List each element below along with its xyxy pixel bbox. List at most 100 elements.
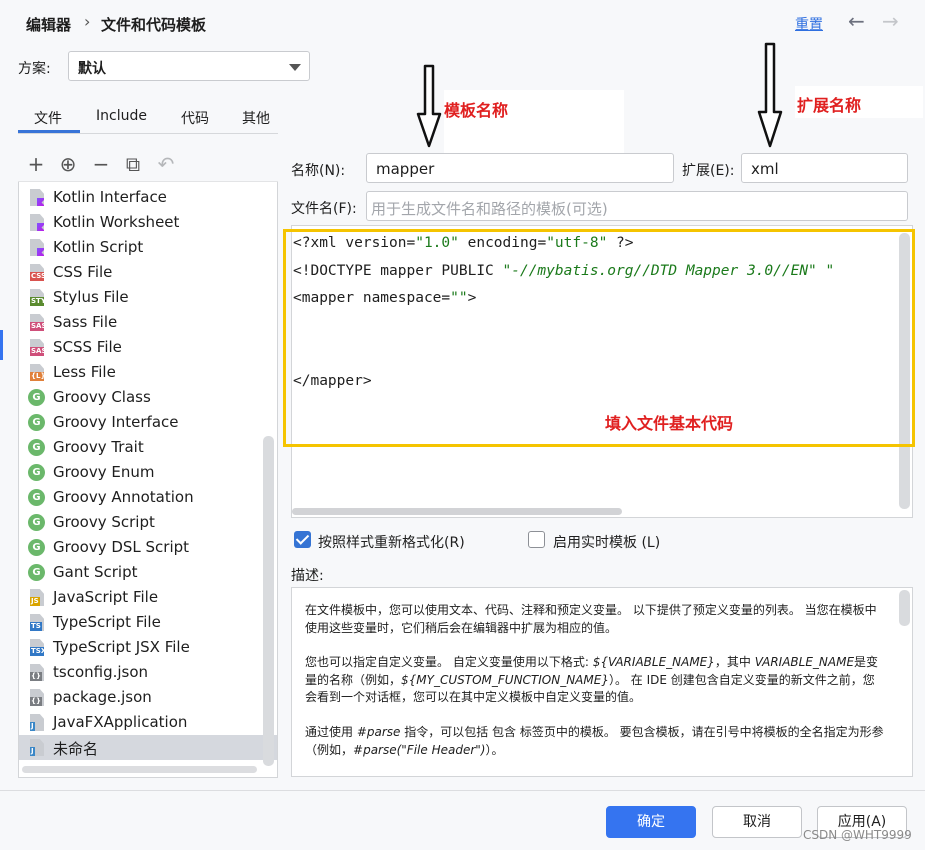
template-list-item-label: Groovy Script — [53, 513, 155, 531]
reformat-checkbox[interactable] — [294, 531, 311, 548]
reformat-label[interactable]: 按照样式重新格式化(R) — [318, 532, 465, 552]
template-list-item[interactable]: G Groovy Trait — [19, 435, 277, 460]
template-list: Kotlin Interface Kotlin Worksheet Kotlin S… — [19, 185, 277, 765]
less-file-icon: {L} — [30, 364, 44, 381]
template-list-item-label: Less File — [53, 363, 116, 381]
chevron-down-icon — [289, 64, 301, 71]
file-type-badge: {} — [30, 672, 42, 681]
annotation-fill-code: 填入文件基本代码 — [605, 414, 734, 433]
live-template-label[interactable]: 启用实时模板 (L) — [553, 532, 660, 552]
kotlin-badge-icon — [37, 248, 44, 256]
template-list-item[interactable]: G Groovy Class — [19, 385, 277, 410]
annotation-template-name: 模板名称 — [444, 101, 509, 120]
file-type-badge: TSX — [30, 647, 47, 656]
template-list-item-label: Sass File — [53, 313, 118, 331]
remove-icon[interactable]: − — [90, 152, 112, 176]
template-list-item[interactable]: TSX TypeScript JSX File — [19, 635, 277, 660]
extension-value: xml — [751, 160, 779, 178]
sass-file-icon: SASS — [30, 314, 44, 331]
tsx-file-icon: TSX — [30, 639, 44, 656]
tab-files[interactable]: 文件 — [34, 108, 62, 128]
description-panel: 在文件模板中，您可以使用文本、代码、注释和预定义变量。 以下提供了预定义变量的列… — [291, 587, 913, 777]
json-file-icon: {} — [30, 689, 44, 706]
add-icon[interactable]: + — [25, 152, 47, 176]
template-list-item[interactable]: G Groovy Annotation — [19, 485, 277, 510]
template-list-item[interactable]: STYL Stylus File — [19, 285, 277, 310]
template-list-item[interactable]: Kotlin Interface — [19, 185, 277, 210]
javascript-file-icon: JS — [30, 589, 44, 606]
template-list-item-label: 未命名 — [53, 740, 99, 758]
scheme-dropdown[interactable]: 默认 — [68, 51, 310, 81]
groovy-icon: G — [28, 389, 45, 406]
kotlin-file-icon — [30, 214, 44, 231]
breadcrumb-root[interactable]: 编辑器 — [26, 14, 71, 35]
template-list-item-label: SCSS File — [53, 338, 122, 356]
kotlin-file-icon — [30, 189, 44, 206]
template-list-item-label: Groovy Annotation — [53, 488, 194, 506]
template-list-item[interactable]: {L} Less File — [19, 360, 277, 385]
cancel-button[interactable]: 取消 — [712, 806, 802, 838]
file-type-badge: SASS — [30, 322, 52, 331]
annotation-code-highlight — [283, 229, 915, 447]
file-type-badge: CSS — [30, 272, 47, 281]
typescript-file-icon: TS — [30, 614, 44, 631]
kotlin-badge-icon — [37, 198, 44, 206]
ok-button[interactable]: 确定 — [606, 806, 696, 838]
copy-icon[interactable]: ⧉ — [122, 152, 144, 176]
template-list-item[interactable]: {} tsconfig.json — [19, 660, 277, 685]
description-label: 描述: — [291, 568, 324, 584]
file-type-badge: J — [30, 747, 35, 756]
template-list-item[interactable]: G Groovy Script — [19, 510, 277, 535]
template-list-item-label: TypeScript File — [53, 613, 161, 631]
json-file-icon: {} — [30, 664, 44, 681]
description-paragraph-1: 在文件模板中，您可以使用文本、代码、注释和预定义变量。 以下提供了预定义变量的列… — [305, 603, 877, 635]
template-list-item-label: Groovy Class — [53, 388, 151, 406]
live-template-checkbox[interactable] — [528, 531, 545, 548]
template-list-item[interactable]: G Gant Script — [19, 560, 277, 585]
filename-input[interactable]: 用于生成文件名和路径的模板(可选) — [366, 191, 908, 221]
java-file-icon: J — [30, 739, 44, 756]
template-list-item[interactable]: G Groovy Enum — [19, 460, 277, 485]
tab-include[interactable]: Include — [96, 108, 147, 124]
tab-code[interactable]: 代码 — [181, 108, 209, 128]
editor-horizontal-scrollbar[interactable] — [292, 508, 622, 515]
template-list-item[interactable]: J JavaFXApplication — [19, 710, 277, 735]
add-child-icon[interactable]: ⊕ — [57, 152, 79, 176]
filename-label: 文件名(F): — [291, 201, 357, 217]
list-horizontal-scrollbar[interactable] — [22, 766, 257, 773]
extension-label: 扩展(E): — [682, 163, 735, 179]
file-type-badge: {} — [30, 697, 42, 706]
template-list-item-label: Kotlin Interface — [53, 188, 167, 206]
template-list-item[interactable]: Kotlin Worksheet — [19, 210, 277, 235]
scheme-value: 默认 — [78, 61, 106, 77]
forward-arrow-icon[interactable]: → — [882, 9, 899, 33]
template-list-item[interactable]: {} package.json — [19, 685, 277, 710]
description-scrollbar[interactable] — [899, 590, 910, 626]
css-file-icon: CSS — [30, 264, 44, 281]
template-list-item[interactable]: SASS Sass File — [19, 310, 277, 335]
active-tab-indicator — [18, 130, 80, 133]
template-list-item-label: TypeScript JSX File — [53, 638, 190, 656]
name-label: 名称(N): — [291, 163, 346, 179]
template-list-item[interactable]: J 未命名 — [19, 735, 277, 760]
template-list-item[interactable]: G Groovy Interface — [19, 410, 277, 435]
template-list-item-label: JavaScript File — [53, 588, 159, 606]
name-input[interactable]: mapper — [366, 153, 674, 183]
extension-input[interactable]: xml — [741, 153, 908, 183]
kotlin-file-icon — [30, 239, 44, 256]
list-vertical-scrollbar[interactable] — [263, 436, 274, 766]
template-list-item[interactable]: TS TypeScript File — [19, 610, 277, 635]
template-list-item[interactable]: SASS SCSS File — [19, 335, 277, 360]
template-list-item[interactable]: G Groovy DSL Script — [19, 535, 277, 560]
groovy-icon: G — [28, 464, 45, 481]
tab-other[interactable]: 其他 — [242, 108, 270, 128]
template-list-item[interactable]: Kotlin Script — [19, 235, 277, 260]
template-list-item-label: Groovy Enum — [53, 463, 155, 481]
stylus-file-icon: STYL — [30, 289, 44, 306]
template-list-item[interactable]: JS JavaScript File — [19, 585, 277, 610]
revert-icon[interactable]: ↶ — [155, 152, 177, 176]
back-arrow-icon[interactable]: ← — [848, 9, 865, 33]
template-list-item[interactable]: CSS CSS File — [19, 260, 277, 285]
template-list-item-label: Groovy Trait — [53, 438, 144, 456]
reset-link[interactable]: 重置 — [795, 14, 823, 34]
